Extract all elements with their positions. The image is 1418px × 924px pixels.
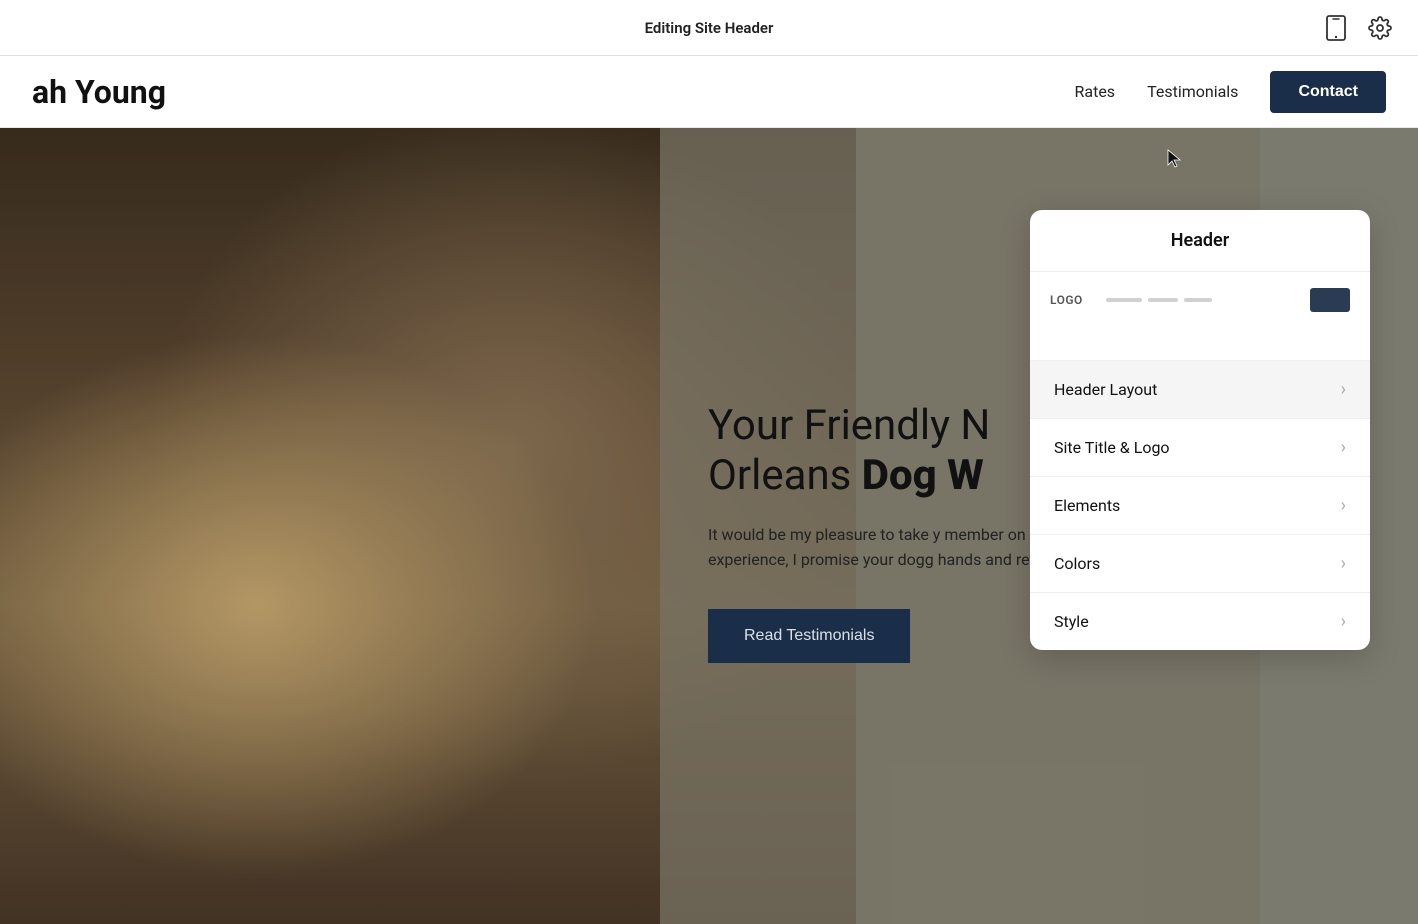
chevron-right-icon-colors: › — [1341, 553, 1346, 574]
panel-item-colors[interactable]: Colors › — [1030, 535, 1370, 593]
panel-title: Header — [1030, 210, 1370, 272]
logo-line-1 — [1106, 298, 1142, 302]
panel-item-label-colors: Colors — [1054, 554, 1100, 573]
top-bar: Editing Site Header — [0, 0, 1418, 56]
panel-item-label-elements: Elements — [1054, 496, 1120, 515]
logo-block — [1310, 288, 1350, 312]
chevron-right-icon-header-layout: › — [1341, 379, 1346, 400]
header-panel: Header LOGO Header Layout › Site Title &… — [1030, 210, 1370, 650]
nav-testimonials[interactable]: Testimonials — [1147, 82, 1238, 101]
panel-item-label-site-title: Site Title & Logo — [1054, 438, 1170, 457]
logo-line-2 — [1148, 298, 1178, 302]
logo-lines — [1106, 298, 1294, 302]
panel-item-elements[interactable]: Elements › — [1030, 477, 1370, 535]
site-name: ah Young — [32, 73, 1075, 111]
panel-item-label-style: Style — [1054, 612, 1089, 631]
hero-cta-button[interactable]: Read Testimonials — [708, 609, 910, 663]
panel-item-label-header-layout: Header Layout — [1054, 380, 1157, 399]
page-title: Editing Site Header — [645, 19, 774, 37]
top-bar-icons — [1322, 14, 1394, 42]
logo-spacer — [1050, 312, 1350, 344]
hero-heading-line1: Your Friendly N — [708, 401, 990, 450]
hero-heading-bold: Dog W — [862, 451, 984, 500]
logo-preview: LOGO — [1030, 272, 1370, 361]
logo-row: LOGO — [1050, 288, 1350, 312]
chevron-right-icon-site-title: › — [1341, 437, 1346, 458]
logo-line-3 — [1184, 298, 1212, 302]
mobile-preview-icon[interactable] — [1322, 14, 1350, 42]
panel-item-style[interactable]: Style › — [1030, 593, 1370, 650]
panel-item-site-title-logo[interactable]: Site Title & Logo › — [1030, 419, 1370, 477]
settings-icon[interactable] — [1366, 14, 1394, 42]
hero-heading-line2: Orleans Dog W — [708, 451, 984, 500]
chevron-right-icon-elements: › — [1341, 495, 1346, 516]
site-header: ah Young Rates Testimonials Contact — [0, 56, 1418, 128]
panel-item-header-layout[interactable]: Header Layout › — [1030, 361, 1370, 419]
nav-rates[interactable]: Rates — [1075, 82, 1116, 101]
chevron-right-icon-style: › — [1341, 611, 1346, 632]
logo-label: LOGO — [1050, 293, 1090, 307]
nav-contact[interactable]: Contact — [1270, 71, 1386, 113]
site-nav: Rates Testimonials Contact — [1075, 71, 1386, 113]
